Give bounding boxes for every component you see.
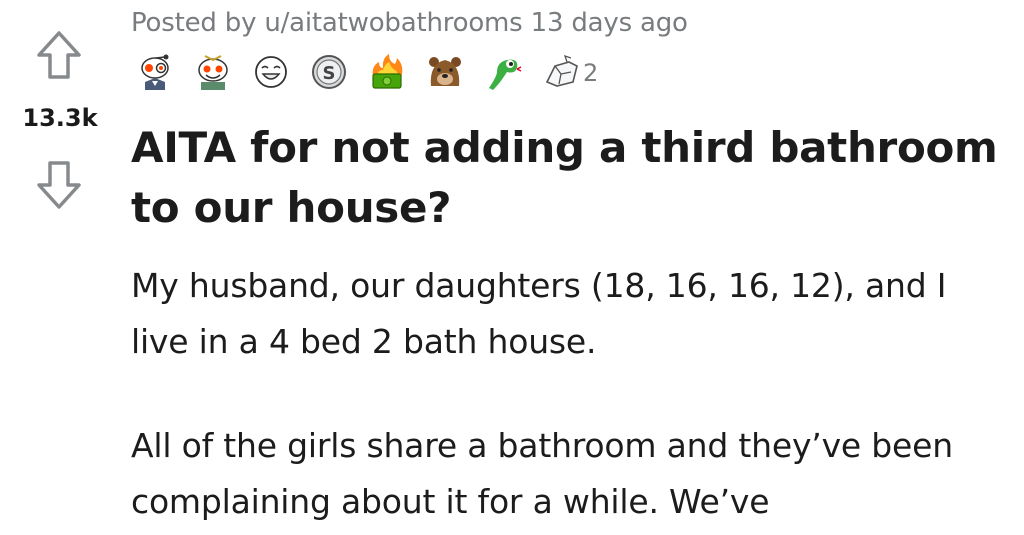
vote-column: 13.3k xyxy=(0,0,120,535)
snoo-monocle-award-icon[interactable] xyxy=(135,52,175,92)
vote-count: 13.3k xyxy=(22,104,98,132)
downvote-arrow-icon[interactable] xyxy=(36,160,82,210)
bear-face-award-icon[interactable] xyxy=(425,52,465,92)
grin-face-award-icon[interactable] xyxy=(251,52,291,92)
posted-by-label: Posted by xyxy=(131,8,265,38)
award-extra-count: 2 xyxy=(583,59,599,87)
awards-row: S 2 xyxy=(135,50,598,94)
flaming-money-award-icon[interactable] xyxy=(367,52,407,92)
snoo-party-award-icon[interactable] xyxy=(193,52,233,92)
post-title[interactable]: AITA for not adding a third bathroom to … xyxy=(131,118,1011,238)
post-meta: Posted by u/aitatwobathrooms 13 days ago xyxy=(131,8,688,38)
username-link[interactable]: u/aitatwobathrooms xyxy=(264,8,522,38)
upvote-arrow-icon[interactable] xyxy=(36,30,82,80)
hand-pointer-award-icon[interactable] xyxy=(541,52,581,92)
post-time: 13 days ago xyxy=(522,8,688,38)
green-snake-award-icon[interactable] xyxy=(483,52,523,92)
silver-coin-award-icon[interactable]: S xyxy=(309,52,349,92)
post-body-paragraph: All of the girls share a bathroom and th… xyxy=(131,426,953,521)
post-body-paragraph: My husband, our daughters (18, 16, 16, 1… xyxy=(131,266,947,361)
svg-text:S: S xyxy=(323,63,336,84)
